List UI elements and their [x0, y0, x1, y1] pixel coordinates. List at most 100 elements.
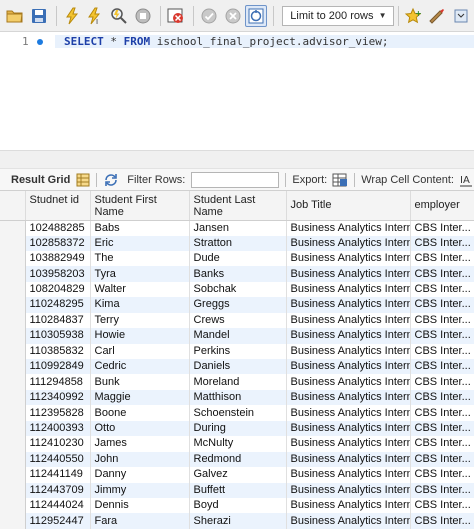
export-icon[interactable]: [332, 173, 348, 187]
cell-job-title[interactable]: Business Analytics Intern: [286, 328, 411, 344]
cell-student-id[interactable]: 112441149: [25, 467, 91, 483]
cell-last-name[interactable]: Greggs: [189, 297, 287, 313]
cell-first-name[interactable]: Eric: [90, 235, 190, 251]
execute-current-icon[interactable]: I: [84, 5, 106, 27]
cell-student-id[interactable]: 112340992: [25, 389, 91, 406]
toggle-error-icon[interactable]: [165, 5, 187, 27]
cell-student-id[interactable]: 102858372: [25, 235, 91, 251]
cell-last-name[interactable]: During: [189, 420, 287, 437]
row-selector[interactable]: [0, 343, 26, 359]
cell-employer[interactable]: CBS Inter...: [410, 405, 474, 421]
cell-employer[interactable]: CBS Inter...: [410, 328, 474, 344]
cell-first-name[interactable]: John: [90, 451, 190, 468]
cell-student-id[interactable]: 110992849: [25, 359, 91, 375]
table-row[interactable]: 112444024 Dennis Boyd Business Analytics In…: [0, 497, 474, 514]
autocommit-icon[interactable]: [245, 4, 268, 27]
cell-first-name[interactable]: Terry: [90, 312, 190, 329]
cell-first-name[interactable]: Boone: [90, 405, 190, 421]
cell-employer[interactable]: CBS Inter...: [410, 374, 474, 390]
row-selector[interactable]: [0, 359, 26, 375]
cell-last-name[interactable]: Moreland: [189, 374, 287, 390]
commit-icon[interactable]: [198, 5, 220, 27]
cell-first-name[interactable]: Howie: [90, 328, 190, 344]
table-row[interactable]: 112400393 Otto During Business Analytics In…: [0, 420, 474, 437]
cell-last-name[interactable]: Crews: [189, 312, 287, 329]
table-row[interactable]: 110385832 Carl Perkins Business Analytics I…: [0, 343, 474, 359]
cell-employer[interactable]: CBS Inter...: [410, 235, 474, 251]
cell-first-name[interactable]: Walter: [90, 281, 190, 298]
cell-employer[interactable]: CBS Inter...: [410, 359, 474, 375]
cell-last-name[interactable]: Sherazi: [189, 513, 287, 529]
cell-first-name[interactable]: Dennis: [90, 497, 190, 514]
cell-student-id[interactable]: 110284837: [25, 312, 91, 329]
row-selector[interactable]: [0, 436, 26, 452]
row-selector[interactable]: [0, 297, 26, 313]
row-selector[interactable]: [0, 420, 26, 437]
cell-employer[interactable]: CBS Inter...: [410, 312, 474, 329]
cell-last-name[interactable]: Boyd: [189, 497, 287, 514]
row-selector[interactable]: [0, 220, 26, 236]
cell-student-id[interactable]: 102488285: [25, 220, 91, 236]
table-row[interactable]: 112440550 John Redmond Business Analytics I…: [0, 451, 474, 468]
cell-student-id[interactable]: 111294858: [25, 374, 91, 390]
cell-last-name[interactable]: Jansen: [189, 220, 287, 236]
execute-icon[interactable]: [61, 5, 83, 27]
row-selector[interactable]: [0, 312, 26, 329]
cell-first-name[interactable]: Jimmy: [90, 482, 190, 498]
cell-first-name[interactable]: James: [90, 436, 190, 452]
cell-employer[interactable]: CBS Inter...: [410, 281, 474, 298]
cell-student-id[interactable]: 112443709: [25, 482, 91, 498]
cell-last-name[interactable]: Mandel: [189, 328, 287, 344]
column-header-job-title[interactable]: Job Title: [286, 191, 411, 221]
cell-last-name[interactable]: Stratton: [189, 235, 287, 251]
cell-job-title[interactable]: Business Analytics Intern: [286, 343, 411, 359]
table-row[interactable]: 112441149 Danny Galvez Business Analytics I…: [0, 467, 474, 483]
open-folder-icon[interactable]: [4, 5, 26, 27]
filter-rows-input[interactable]: [191, 171, 280, 188]
cell-student-id[interactable]: 110248295: [25, 297, 91, 313]
cell-first-name[interactable]: Carl: [90, 343, 190, 359]
table-row[interactable]: 110284837 Terry Crews Business Analytics In…: [0, 312, 474, 329]
panel-splitter[interactable]: [0, 150, 474, 169]
cell-job-title[interactable]: Business Analytics Intern: [286, 359, 411, 375]
result-grid-tab[interactable]: Result Grid: [11, 174, 70, 186]
cell-last-name[interactable]: Galvez: [189, 467, 287, 483]
refresh-icon[interactable]: [103, 173, 119, 187]
row-selector[interactable]: [0, 250, 26, 267]
cell-last-name[interactable]: Matthison: [189, 389, 287, 406]
cell-first-name[interactable]: Bunk: [90, 374, 190, 390]
toggle-panel-icon[interactable]: [450, 5, 472, 27]
row-selector[interactable]: [0, 451, 26, 468]
cell-first-name[interactable]: Cedric: [90, 359, 190, 375]
sql-editor[interactable]: 1 SELECT * FROM ischool_final_project.ad…: [0, 32, 474, 150]
cell-student-id[interactable]: 112444024: [25, 497, 91, 514]
table-row[interactable]: 102858372 Eric Stratton Business Analytics …: [0, 235, 474, 251]
cell-student-id[interactable]: 103958203: [25, 266, 91, 282]
row-selector[interactable]: [0, 467, 26, 483]
cell-employer[interactable]: CBS Inter...: [410, 482, 474, 498]
table-row[interactable]: 110305938 Howie Mandel Business Analytics I…: [0, 328, 474, 344]
table-row[interactable]: 111294858 Bunk Moreland Business Analytics …: [0, 374, 474, 390]
table-row[interactable]: 112443709 Jimmy Buffett Business Analytics …: [0, 482, 474, 498]
cell-employer[interactable]: CBS Inter...: [410, 497, 474, 514]
cell-job-title[interactable]: Business Analytics Intern: [286, 436, 411, 452]
cell-employer[interactable]: CBS Inter...: [410, 436, 474, 452]
cell-job-title[interactable]: Business Analytics Intern: [286, 297, 411, 313]
cell-job-title[interactable]: Business Analytics Intern: [286, 451, 411, 468]
row-selector[interactable]: [0, 235, 26, 251]
table-row[interactable]: 112410230 James McNulty Business Analytics …: [0, 436, 474, 452]
sql-statement[interactable]: SELECT * FROM ischool_final_project.advi…: [55, 35, 474, 48]
cell-student-id[interactable]: 110385832: [25, 343, 91, 359]
row-selector[interactable]: [0, 482, 26, 498]
cell-first-name[interactable]: The: [90, 250, 190, 267]
table-row[interactable]: 102488285 Babs Jansen Business Analytics In…: [0, 220, 474, 236]
grid-view-icon[interactable]: [76, 173, 90, 187]
cell-job-title[interactable]: Business Analytics Intern: [286, 266, 411, 282]
cell-student-id[interactable]: 112952447: [25, 513, 91, 529]
row-selector[interactable]: [0, 281, 26, 298]
column-header-first-name[interactable]: Student First Name: [90, 191, 190, 221]
table-row[interactable]: 110992849 Cedric Daniels Business Analytics…: [0, 359, 474, 375]
cell-first-name[interactable]: Maggie: [90, 389, 190, 406]
table-row[interactable]: 103882949 The Dude Business Analytics Inter…: [0, 250, 474, 267]
cell-student-id[interactable]: 110305938: [25, 328, 91, 344]
